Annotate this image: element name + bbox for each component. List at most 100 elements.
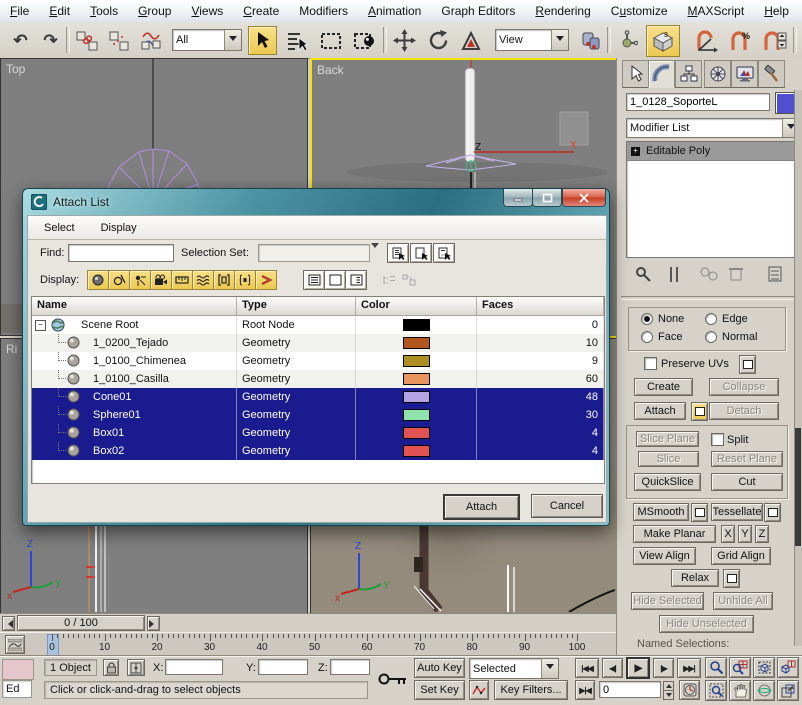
radio-none[interactable] [641, 313, 653, 325]
table-row[interactable]: −Scene RootRoot Node0 [32, 316, 604, 334]
maxscript-mini-listener[interactable]: Ed [2, 680, 32, 698]
time-slider-prev-button[interactable] [2, 616, 15, 631]
table-row[interactable]: 1_0200_TejadoGeometry10 [32, 334, 604, 352]
column-type[interactable]: Type [237, 297, 356, 315]
select-and-link-button[interactable] [72, 26, 101, 55]
tab-utilities[interactable] [758, 60, 785, 88]
menu-customize[interactable]: Customize [603, 2, 676, 20]
make-planar-button[interactable]: Make Planar [633, 525, 716, 543]
table-row[interactable]: Box02Geometry4 [32, 442, 604, 460]
time-slider-handle[interactable]: 0 / 100 [17, 615, 145, 631]
display-toggle-cameras[interactable] [150, 270, 172, 290]
tessellate-settings-button[interactable] [764, 503, 781, 522]
collapse-button[interactable]: Collapse [709, 378, 779, 396]
preserve-uvs-settings-button[interactable] [739, 355, 756, 374]
select-and-rotate-button[interactable] [424, 26, 453, 55]
menu-tools[interactable]: Tools [82, 2, 126, 20]
preserve-uvs-label[interactable]: Preserve UVs [661, 358, 729, 370]
column-color[interactable]: Color [356, 297, 477, 315]
selection-lock-toggle[interactable] [103, 659, 119, 676]
column-faces[interactable]: Faces [477, 297, 604, 315]
viewport-right-label[interactable]: Ri [6, 342, 17, 356]
go-to-end-button[interactable]: ▶▶| [677, 658, 701, 678]
dialog-attach-button[interactable]: Attach [443, 494, 520, 520]
select-invert-button[interactable] [433, 243, 455, 263]
column-name[interactable]: Name [32, 297, 237, 315]
spinner-snap-toggle-button[interactable] [760, 26, 789, 55]
unhide-all-button[interactable]: Unhide All [713, 592, 773, 610]
panel-scrollbar[interactable] [794, 90, 802, 646]
pan-button[interactable] [729, 680, 751, 701]
snaps-toggle-button[interactable]: 3 [646, 25, 680, 57]
select-none-button[interactable] [410, 243, 432, 263]
attach-list-settings-button[interactable] [691, 402, 708, 421]
menu-maxscript[interactable]: MAXScript [680, 2, 753, 20]
display-toggle-geometry[interactable] [87, 270, 109, 290]
relax-button[interactable]: Relax [671, 569, 719, 587]
dialog-selection-set-dropdown[interactable] [258, 244, 370, 262]
undo-button[interactable]: ↶ [6, 26, 35, 55]
split-label[interactable]: Split [727, 434, 748, 446]
next-frame-button[interactable]: |▶ [653, 658, 674, 678]
table-header[interactable]: Name Type Color Faces [32, 297, 604, 316]
display-none-button[interactable] [324, 270, 346, 290]
grid-align-button[interactable]: Grid Align [711, 547, 771, 565]
menu-file[interactable]: File [2, 2, 37, 20]
auto-key-button[interactable]: Auto Key [414, 658, 465, 678]
zoom-button[interactable] [705, 657, 727, 678]
z-coord-field[interactable] [330, 659, 370, 675]
table-row[interactable]: Cone01Geometry48 [32, 388, 604, 406]
viewport-top-label[interactable]: Top [6, 62, 25, 76]
tab-motion[interactable] [704, 60, 731, 88]
zoom-extents-all-button[interactable] [777, 657, 799, 678]
display-influences-button[interactable] [399, 271, 418, 288]
display-toggle-xrefs[interactable] [234, 270, 256, 290]
display-toggle-lights[interactable] [129, 270, 151, 290]
display-toggle-bones[interactable] [255, 270, 277, 290]
dropdown-arrow-icon[interactable] [371, 248, 379, 260]
bind-to-space-warp-button[interactable] [136, 26, 165, 55]
display-toggle-helpers[interactable] [171, 270, 193, 290]
make-planar-z-button[interactable]: Z [755, 525, 769, 543]
stack-item-editable-poly[interactable]: + Editable Poly [627, 142, 799, 161]
default-in-out-tangents-button[interactable] [469, 680, 489, 700]
menu-edit[interactable]: Edit [41, 2, 78, 20]
menu-rendering[interactable]: Rendering [527, 2, 598, 20]
create-button[interactable]: Create [634, 378, 693, 396]
menu-group[interactable]: Group [130, 2, 179, 20]
minimize-button[interactable] [503, 189, 533, 207]
view-align-button[interactable]: View Align [633, 547, 696, 565]
table-row[interactable]: 1_0100_CasillaGeometry60 [32, 370, 604, 388]
tab-modify[interactable] [648, 60, 675, 88]
menu-modifiers[interactable]: Modifiers [291, 2, 356, 20]
select-and-manipulate-button[interactable] [612, 26, 641, 55]
current-frame-field[interactable] [599, 681, 661, 698]
display-toggle-space-warps[interactable] [192, 270, 214, 290]
select-and-move-button[interactable] [390, 26, 419, 55]
stack-expand-icon[interactable]: + [631, 147, 640, 156]
panel-scrollbar-thumb[interactable] [795, 428, 801, 546]
zoom-all-button[interactable] [729, 657, 751, 678]
macro-recorder-pane[interactable] [2, 659, 34, 680]
selection-set-dropdown[interactable]: Selected [469, 658, 559, 679]
previous-frame-button[interactable]: ◀| [602, 658, 623, 678]
dialog-menu-display[interactable]: Display [91, 219, 147, 237]
frame-spinner[interactable] [663, 681, 674, 699]
radio-edge[interactable] [705, 313, 717, 325]
split-checkbox[interactable] [711, 433, 724, 446]
selection-filter-dropdown[interactable]: All [172, 29, 242, 51]
table-row[interactable]: 1_0100_ChimeneaGeometry9 [32, 352, 604, 370]
radio-edge-label[interactable]: Edge [722, 313, 748, 325]
reference-coordinate-system-dropdown[interactable]: View [495, 29, 569, 51]
slice-plane-button[interactable]: Slice Plane [636, 431, 699, 447]
use-pivot-point-center-button[interactable] [576, 26, 605, 55]
track-bar[interactable]: 0102030405060708090100 [0, 632, 616, 656]
preserve-uvs-checkbox[interactable] [644, 357, 657, 370]
maximize-viewport-toggle-button[interactable] [777, 680, 799, 701]
spinner-up-icon[interactable] [663, 681, 674, 691]
display-invert-button[interactable] [345, 270, 367, 290]
msmooth-button[interactable]: MSmooth [633, 503, 689, 521]
radio-normal-label[interactable]: Normal [722, 331, 757, 343]
menu-animation[interactable]: Animation [360, 2, 429, 20]
detach-button[interactable]: Detach [709, 402, 779, 420]
